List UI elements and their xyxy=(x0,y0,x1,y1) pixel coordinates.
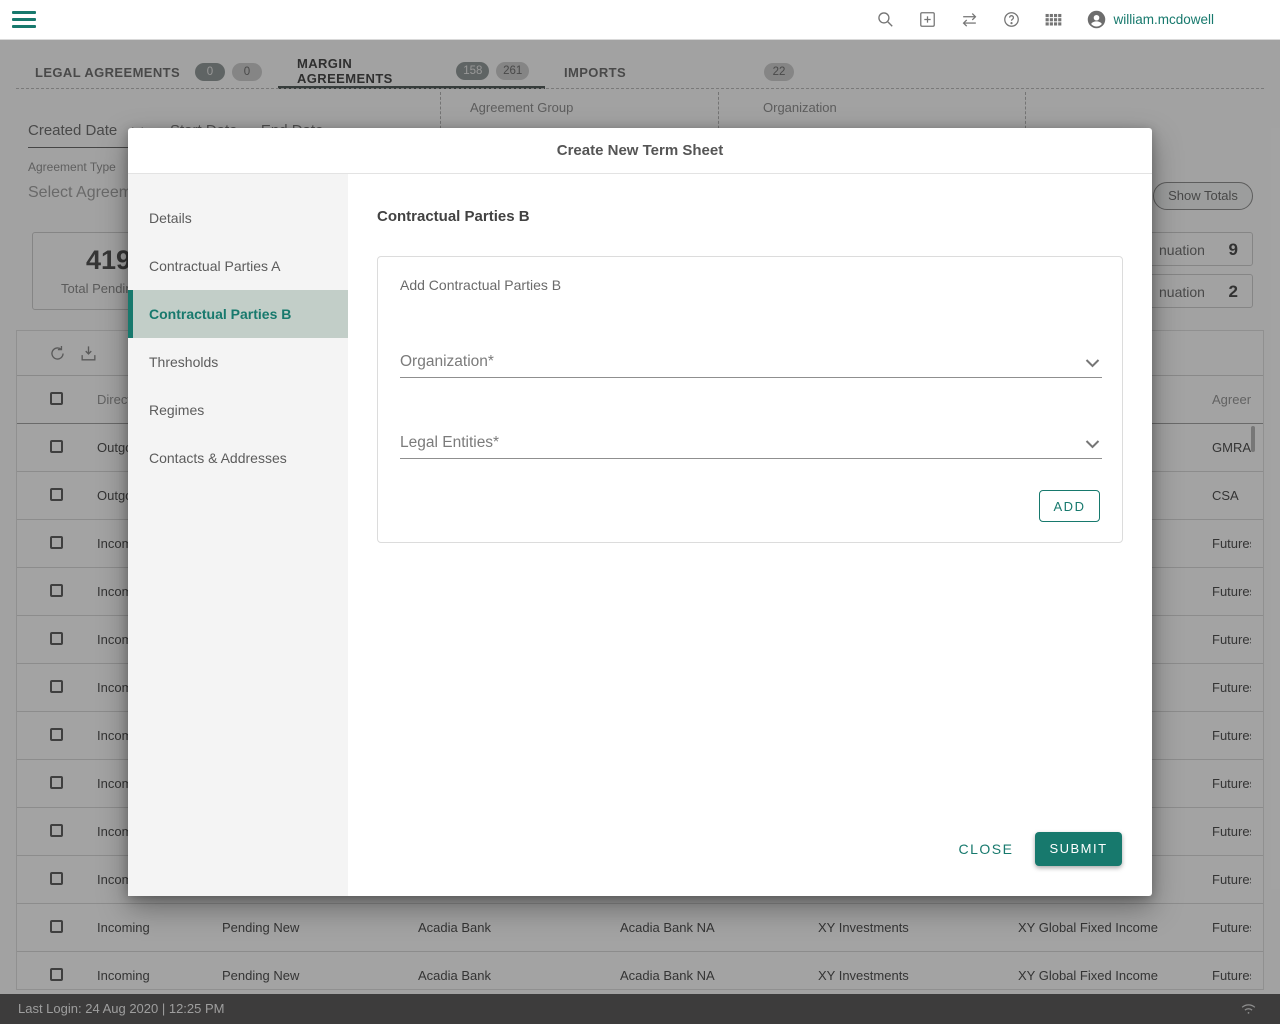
submit-button[interactable]: SUBMIT xyxy=(1035,832,1122,866)
nav-item-contractual-parties-a[interactable]: Contractual Parties A xyxy=(128,242,348,290)
wifi-icon xyxy=(1241,1004,1256,1014)
avatar-icon xyxy=(1088,10,1106,29)
swap-icon[interactable] xyxy=(960,10,979,29)
select-label: Legal Entities* xyxy=(400,434,500,451)
modal-content: Contractual Parties B Add Contractual Pa… xyxy=(348,174,1152,896)
status-bar: Last Login: 24 Aug 2020 | 12:25 PM xyxy=(0,994,1280,1024)
menu-icon[interactable] xyxy=(12,11,36,28)
organization-select[interactable]: Organization* xyxy=(400,347,1102,378)
close-button[interactable]: CLOSE xyxy=(948,835,1024,863)
search-icon[interactable] xyxy=(876,10,895,29)
nav-item-details[interactable]: Details xyxy=(128,194,348,242)
nav-item-contractual-parties-b[interactable]: Contractual Parties B xyxy=(128,290,348,338)
last-login-text: Last Login: 24 Aug 2020 | 12:25 PM xyxy=(18,1001,225,1016)
chevron-down-icon xyxy=(1085,440,1100,449)
section-heading: Contractual Parties B xyxy=(377,208,530,225)
apps-grid-icon[interactable] xyxy=(1044,10,1063,29)
select-label: Organization* xyxy=(400,353,494,370)
create-term-sheet-modal: Create New Term Sheet Details Contractua… xyxy=(128,128,1152,896)
nav-item-contacts-addresses[interactable]: Contacts & Addresses xyxy=(128,434,348,482)
chevron-down-icon xyxy=(1085,359,1100,368)
add-button[interactable]: ADD xyxy=(1039,490,1100,522)
app-window: william.mcdowell LEGAL AGREEMENTS 0 0 MA… xyxy=(0,0,1280,1024)
modal-title: Create New Term Sheet xyxy=(128,128,1152,174)
add-icon[interactable] xyxy=(918,10,937,29)
user-menu[interactable]: william.mcdowell xyxy=(1086,9,1214,30)
topbar: william.mcdowell xyxy=(0,0,1280,40)
modal-nav: Details Contractual Parties A Contractua… xyxy=(128,174,348,896)
nav-item-thresholds[interactable]: Thresholds xyxy=(128,338,348,386)
legal-entities-select[interactable]: Legal Entities* xyxy=(400,428,1102,459)
username: william.mcdowell xyxy=(1113,12,1214,27)
help-icon[interactable] xyxy=(1002,10,1021,29)
nav-item-regimes[interactable]: Regimes xyxy=(128,386,348,434)
add-parties-card: Add Contractual Parties B Organization* … xyxy=(377,256,1123,543)
card-title: Add Contractual Parties B xyxy=(400,277,562,293)
